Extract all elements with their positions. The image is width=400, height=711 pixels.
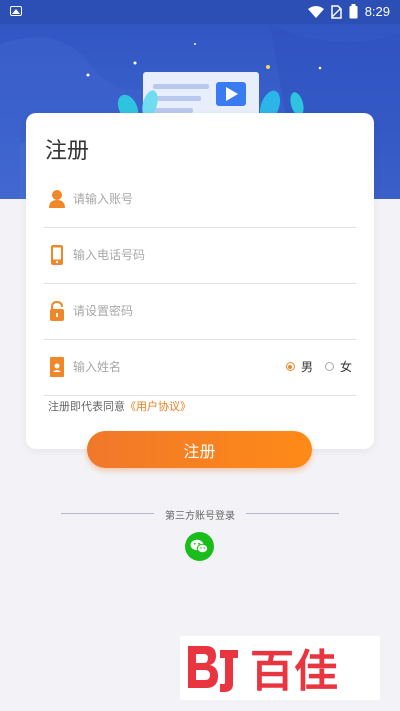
wechat-login-button[interactable] bbox=[185, 532, 214, 561]
user-agreement-link[interactable]: 《用户协议》 bbox=[125, 400, 191, 413]
image-notification-icon bbox=[10, 6, 22, 16]
wechat-icon bbox=[190, 539, 209, 554]
svg-text:百佳: 百佳 bbox=[250, 646, 338, 697]
phone-field[interactable]: 输入电话号码 bbox=[44, 227, 356, 284]
account-input[interactable]: 请输入账号 bbox=[73, 190, 133, 207]
status-time: 8:29 bbox=[364, 4, 390, 19]
page-title: 注册 bbox=[45, 139, 90, 164]
phone-icon bbox=[51, 245, 63, 265]
account-field[interactable]: 请输入账号 bbox=[44, 171, 356, 228]
agreement-text: 注册即代表同意《用户协议》 bbox=[48, 398, 191, 414]
status-bar: 8:29 bbox=[0, 0, 400, 24]
password-input[interactable]: 请设置密码 bbox=[73, 302, 133, 319]
name-field: 输入姓名 男 女 bbox=[44, 339, 356, 396]
male-label: 男 bbox=[300, 360, 313, 374]
gender-male-option[interactable]: 男 bbox=[285, 358, 313, 375]
female-label: 女 bbox=[339, 360, 352, 374]
name-input[interactable]: 输入姓名 bbox=[73, 358, 121, 375]
third-party-login-label: 第三方账号登录 bbox=[165, 511, 235, 522]
lock-icon bbox=[50, 301, 64, 321]
male-radio[interactable] bbox=[285, 362, 295, 371]
register-form-card: 注册 请输入账号 输入电话号码 请设置密码 输入姓名 男 女 注册即代表同意《用… bbox=[26, 113, 374, 449]
agreement-prefix: 注册即代表同意 bbox=[48, 400, 125, 413]
gender-selector: 男 女 bbox=[274, 358, 352, 375]
user-icon bbox=[49, 190, 65, 208]
password-field[interactable]: 请设置密码 bbox=[44, 283, 356, 340]
phone-input[interactable]: 输入电话号码 bbox=[73, 246, 145, 263]
register-button[interactable]: 注册 bbox=[87, 431, 312, 468]
baijia-logo: 百佳 bbox=[188, 646, 338, 697]
status-icons: 8:29 bbox=[307, 4, 390, 19]
battery-icon bbox=[349, 4, 358, 19]
watermark-logo: 百佳 bbox=[180, 636, 380, 700]
female-radio[interactable] bbox=[324, 362, 334, 371]
wifi-icon bbox=[307, 5, 324, 18]
gender-female-option[interactable]: 女 bbox=[324, 358, 352, 375]
contact-card-icon bbox=[50, 357, 64, 377]
no-sim-icon bbox=[330, 4, 342, 19]
